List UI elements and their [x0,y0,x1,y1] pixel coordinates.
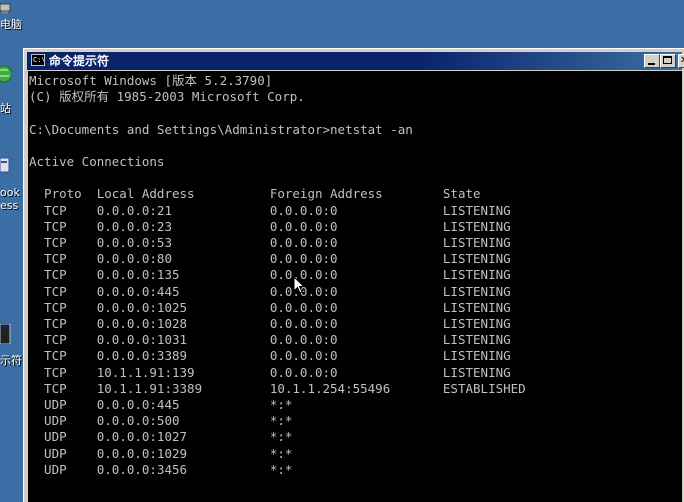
console-line: TCP 0.0.0.0:21 0.0.0.0:0 LISTENING [29,202,511,218]
command-prompt-window[interactable]: C:\ 命令提示符 ✕ Microsoft Windows [版本 5.2.37… [23,48,684,502]
console-line: UDP 0.0.0.0:1029 *:* [29,445,293,461]
maximize-icon [663,56,672,64]
console-line: TCP 10.1.1.91:139 0.0.0.0:0 LISTENING [29,364,511,380]
console-line: Microsoft Windows [版本 5.2.3790] [29,73,273,88]
console-line: TCP 0.0.0.0:3389 0.0.0.0:0 LISTENING [29,348,511,364]
console-output[interactable]: Microsoft Windows [版本 5.2.3790] (C) 版权所有… [28,71,682,502]
title-bar[interactable]: C:\ 命令提示符 ✕ [27,52,684,70]
console-line: UDP 0.0.0.0:1027 *:* [29,429,293,445]
desktop-icon-label: 电脑 [0,18,22,31]
minimize-icon [648,63,655,65]
console-line: TCP 0.0.0.0:53 0.0.0.0:0 LISTENING [29,235,511,251]
close-button[interactable]: ✕ [678,54,684,68]
desktop-icon-label: 示符 [0,354,22,367]
arrow-cursor-icon [293,276,305,294]
console-line: UDP 0.0.0.0:3456 *:* [29,461,293,477]
console-line: TCP 0.0.0.0:135 0.0.0.0:0 LISTENING [29,267,511,283]
minimize-button[interactable] [644,54,660,68]
window-title: 命令提示符 [49,54,110,68]
console-text: Microsoft Windows [版本 5.2.3790] (C) 版权所有… [28,71,682,478]
console-line: TCP 0.0.0.0:80 0.0.0.0:0 LISTENING [29,251,511,267]
console-line: Active Connections [29,154,165,170]
globe-icon [0,65,12,83]
console-line: C:\Documents and Settings\Administrator>… [29,121,413,137]
desktop-icon-label: 站 [0,102,11,115]
console-line: UDP 0.0.0.0:500 *:* [29,413,293,429]
close-icon: ✕ [680,54,684,68]
console-line: TCP 0.0.0.0:1031 0.0.0.0:0 LISTENING [29,332,511,348]
console-line: TCP 0.0.0.0:1028 0.0.0.0:0 LISTENING [29,316,511,332]
console-line: UDP 0.0.0.0:445 *:* [29,397,293,413]
console-line: TCP 0.0.0.0:23 0.0.0.0:0 LISTENING [29,218,511,234]
maximize-button[interactable] [660,54,676,68]
console-line: TCP 0.0.0.0:1025 0.0.0.0:0 LISTENING [29,299,511,315]
console-line: Proto Local Address Foreign Address Stat… [29,186,481,202]
console-line: TCP 10.1.1.91:3389 10.1.1.254:55496 ESTA… [29,380,526,396]
console-line: TCP 0.0.0.0:445 0.0.0.0:0 LISTENING [29,283,511,299]
console-line: (C) 版权所有 1985-2003 Microsoft Corp. [29,89,305,105]
desktop-icon-computer[interactable]: 电脑 [0,0,26,34]
cmd-icon[interactable]: C:\ [31,54,45,66]
computer-icon [0,3,11,14]
cmd-icon [0,324,11,344]
desktop-icon-label: ook ess [0,186,20,212]
outlook-icon [0,157,10,173]
